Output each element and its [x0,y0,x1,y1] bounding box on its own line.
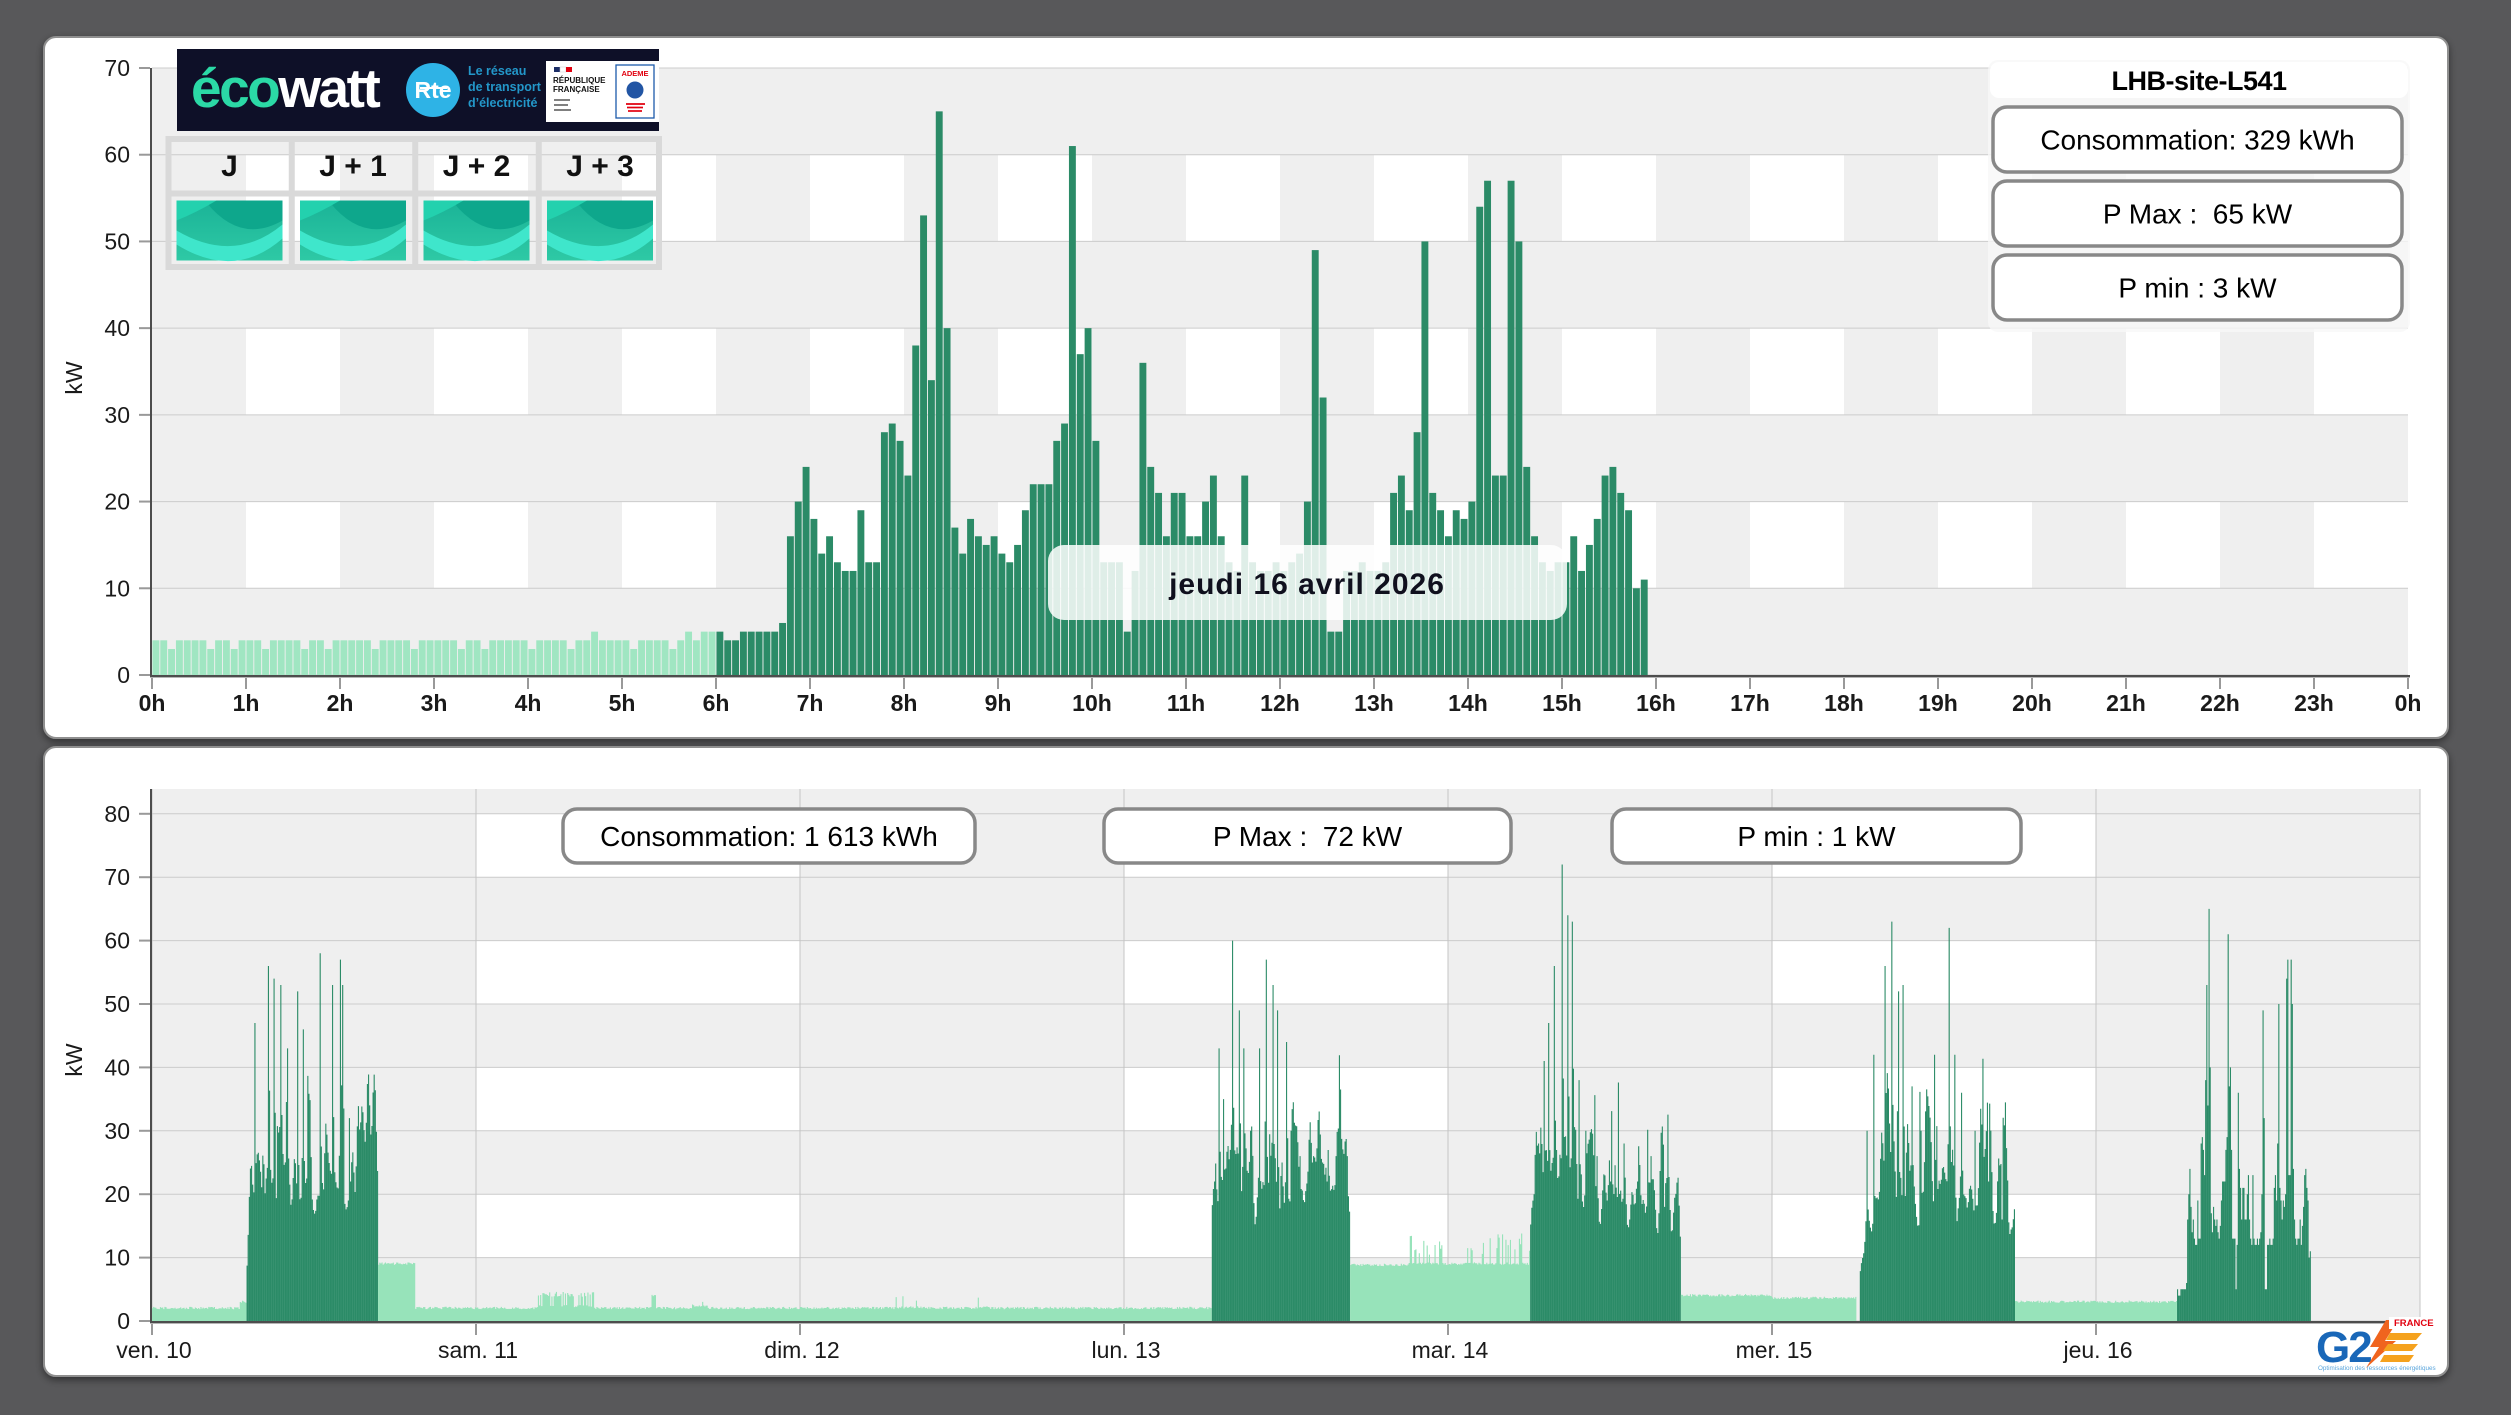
svg-text:mar. 14: mar. 14 [1412,1337,1489,1363]
svg-text:50: 50 [104,991,130,1017]
svg-text:jeudi 16 avril 2026: jeudi 16 avril 2026 [1168,568,1445,601]
svg-text:RÉPUBLIQUE: RÉPUBLIQUE [553,76,606,85]
svg-text:4h: 4h [515,690,542,716]
svg-text:60: 60 [104,928,130,954]
svg-text:FRANCE: FRANCE [2394,1318,2434,1329]
svg-text:0h: 0h [139,690,166,716]
svg-text:18h: 18h [1824,690,1864,716]
svg-text:5h: 5h [609,690,636,716]
svg-text:d’électricité: d’électricité [468,96,538,110]
svg-text:P Max : 65 kW: P Max : 65 kW [2103,199,2293,230]
svg-text:lun. 13: lun. 13 [1091,1337,1160,1363]
svg-text:14h: 14h [1448,690,1488,716]
svg-text:10: 10 [104,1245,130,1271]
svg-text:17h: 17h [1730,690,1770,716]
svg-text:kW: kW [61,1043,87,1077]
svg-text:Rte: Rte [414,77,451,103]
svg-text:ven. 10: ven. 10 [116,1337,191,1363]
svg-text:70: 70 [104,864,130,890]
svg-text:P min : 1 kW: P min : 1 kW [1737,821,1896,852]
svg-text:J + 3: J + 3 [566,150,634,183]
svg-text:J + 1: J + 1 [319,150,387,183]
svg-text:8h: 8h [891,690,918,716]
svg-text:mer. 15: mer. 15 [1736,1337,1813,1363]
svg-text:60: 60 [104,142,130,168]
svg-text:20h: 20h [2012,690,2052,716]
svg-text:kW: kW [61,361,87,395]
svg-text:dim. 12: dim. 12 [764,1337,839,1363]
svg-text:ADEME: ADEME [621,69,648,78]
svg-text:J + 2: J + 2 [443,150,511,183]
svg-text:12h: 12h [1260,690,1300,716]
svg-text:écowatt: écowatt [191,57,380,119]
svg-text:22h: 22h [2200,690,2240,716]
svg-text:6h: 6h [703,690,730,716]
svg-text:Consommation: 1 613 kWh: Consommation: 1 613 kWh [600,821,938,852]
svg-text:jeu. 16: jeu. 16 [2062,1337,2132,1363]
svg-text:FRANÇAISE: FRANÇAISE [553,85,600,94]
svg-text:9h: 9h [985,690,1012,716]
svg-text:2h: 2h [327,690,354,716]
svg-text:7h: 7h [797,690,824,716]
svg-text:40: 40 [104,1054,130,1080]
svg-text:0h: 0h [2395,690,2422,716]
svg-text:30: 30 [104,1118,130,1144]
svg-text:1h: 1h [233,690,260,716]
svg-text:Consommation: 329 kWh: Consommation: 329 kWh [2040,125,2354,156]
svg-text:sam. 11: sam. 11 [438,1337,518,1363]
svg-text:0: 0 [117,662,130,688]
svg-text:30: 30 [104,402,130,428]
svg-text:19h: 19h [1918,690,1958,716]
svg-text:11h: 11h [1167,690,1205,716]
svg-text:50: 50 [104,228,130,254]
svg-text:LHB-site-L541: LHB-site-L541 [2111,66,2287,96]
svg-text:de transport: de transport [468,80,542,94]
svg-text:0: 0 [117,1308,130,1334]
svg-text:80: 80 [104,801,130,827]
svg-text:15h: 15h [1542,690,1582,716]
svg-text:3h: 3h [421,690,448,716]
svg-text:40: 40 [104,315,130,341]
svg-text:20: 20 [104,1181,130,1207]
svg-text:J: J [221,150,238,183]
svg-text:23h: 23h [2294,690,2334,716]
svg-text:Le réseau: Le réseau [468,64,526,78]
svg-text:Optimisation des ressources én: Optimisation des ressources énergétiques [2318,1365,2436,1372]
svg-text:P min : 3 kW: P min : 3 kW [2118,273,2277,304]
svg-text:16h: 16h [1636,690,1676,716]
svg-text:P Max : 72 kW: P Max : 72 kW [1213,821,1403,852]
svg-text:21h: 21h [2106,690,2146,716]
svg-text:70: 70 [104,55,130,81]
svg-text:13h: 13h [1354,690,1394,716]
svg-text:10h: 10h [1072,690,1112,716]
svg-text:10: 10 [104,575,130,601]
svg-text:20: 20 [104,489,130,515]
